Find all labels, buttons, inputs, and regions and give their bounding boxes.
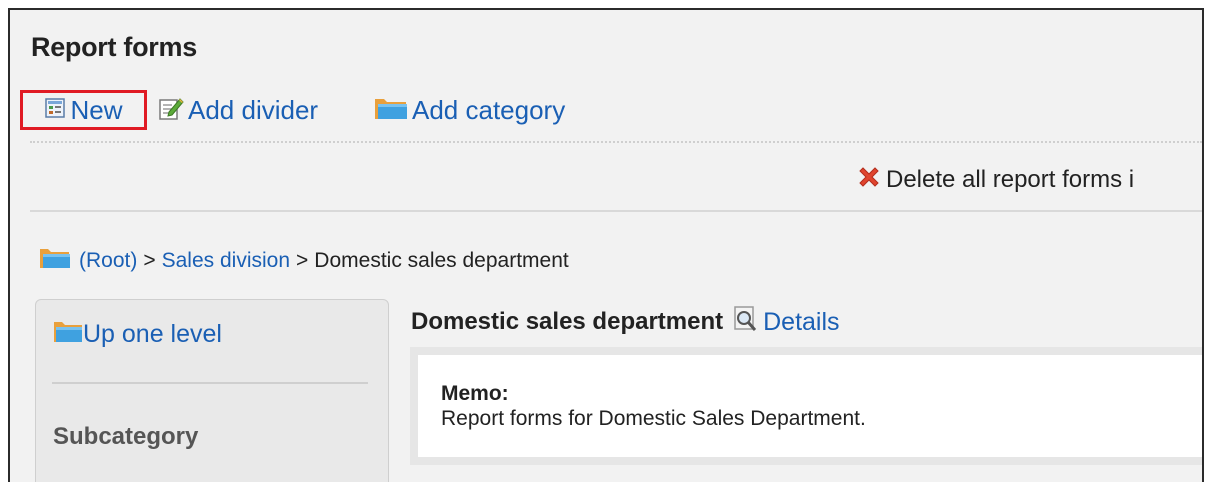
category-header: Domestic sales department Details (411, 305, 840, 339)
toolbar: New Add divider Add category (10, 90, 1202, 130)
folder-icon (374, 95, 408, 126)
add-divider-button[interactable]: Add divider (158, 90, 318, 130)
red-x-icon (856, 164, 882, 197)
breadcrumb-separator: > (296, 249, 309, 272)
memo-text: Report forms for Domestic Sales Departme… (441, 407, 866, 430)
up-one-level-link[interactable]: Up one level (53, 316, 222, 352)
magnifier-document-icon (733, 305, 759, 340)
folder-icon (39, 246, 71, 276)
category-sidebar: Up one level Subcategory (35, 299, 389, 482)
add-category-button[interactable]: Add category (374, 90, 565, 130)
report-forms-window: Report forms New Add divider Add categor… (8, 8, 1204, 482)
toolbar-divider (30, 141, 1202, 143)
add-category-label: Add category (412, 94, 566, 125)
breadcrumb-sales-division-link[interactable]: Sales division (162, 249, 290, 273)
details-link[interactable]: Details (733, 305, 840, 340)
form-new-icon (44, 97, 66, 124)
breadcrumb-separator: > (143, 249, 156, 272)
up-one-level-label: Up one level (83, 319, 222, 348)
details-label: Details (763, 307, 840, 336)
new-button[interactable]: New (20, 90, 147, 130)
breadcrumb: (Root) > Sales division > Domestic sales… (39, 246, 569, 276)
memo-box: Memo: Report forms for Domestic Sales De… (410, 347, 1202, 465)
new-button-label: New (70, 94, 123, 125)
page-title: Report forms (31, 32, 197, 62)
folder-icon (53, 318, 83, 351)
subcategory-heading: Subcategory (53, 423, 199, 450)
delete-all-label: Delete all report forms i (886, 166, 1135, 193)
sidebar-divider (52, 382, 368, 384)
delete-all-report-forms-link[interactable]: Delete all report forms i (856, 162, 1134, 198)
breadcrumb-root-link[interactable]: (Root) (79, 249, 137, 273)
memo-label: Memo: (441, 382, 509, 405)
breadcrumb-current: Domestic sales department (314, 249, 569, 272)
category-name: Domestic sales department (411, 308, 724, 335)
add-divider-label: Add divider (188, 94, 319, 125)
edit-pencil-icon (158, 95, 184, 126)
section-divider (30, 210, 1202, 212)
